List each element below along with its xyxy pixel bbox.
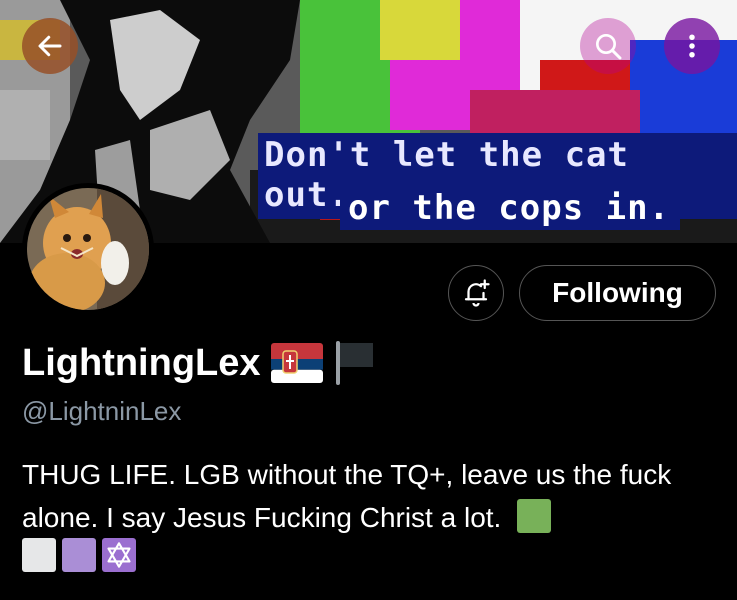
- display-name: LightningLex: [22, 341, 261, 384]
- black-flag-icon: [335, 341, 373, 385]
- notifications-button[interactable]: [448, 265, 504, 321]
- arrow-left-icon: [38, 35, 62, 57]
- more-vertical-icon: [689, 34, 695, 58]
- back-button[interactable]: [22, 18, 78, 74]
- bio-emoji-row: [22, 538, 136, 572]
- avatar-image: [27, 188, 149, 310]
- purple-square-icon: [62, 538, 96, 572]
- profile-avatar[interactable]: [22, 183, 154, 315]
- white-square-icon: [22, 538, 56, 572]
- serbia-flag-icon: [270, 343, 323, 383]
- search-button[interactable]: [580, 18, 636, 74]
- profile-bio: THUG LIFE. LGB without the TQ+, leave us…: [22, 453, 722, 539]
- bell-plus-icon: [464, 279, 490, 307]
- green-square-icon: [517, 499, 552, 533]
- user-handle: @LightninLex: [22, 396, 182, 426]
- search-icon: [596, 34, 622, 60]
- display-name-row: LightningLex: [22, 337, 377, 389]
- bio-text: THUG LIFE. LGB without the TQ+, leave us…: [22, 459, 672, 533]
- star-of-david-icon: [102, 538, 136, 572]
- more-options-button[interactable]: [664, 18, 720, 74]
- banner-caption-line2: or the cops in.: [340, 188, 681, 230]
- following-button[interactable]: Following: [519, 265, 716, 321]
